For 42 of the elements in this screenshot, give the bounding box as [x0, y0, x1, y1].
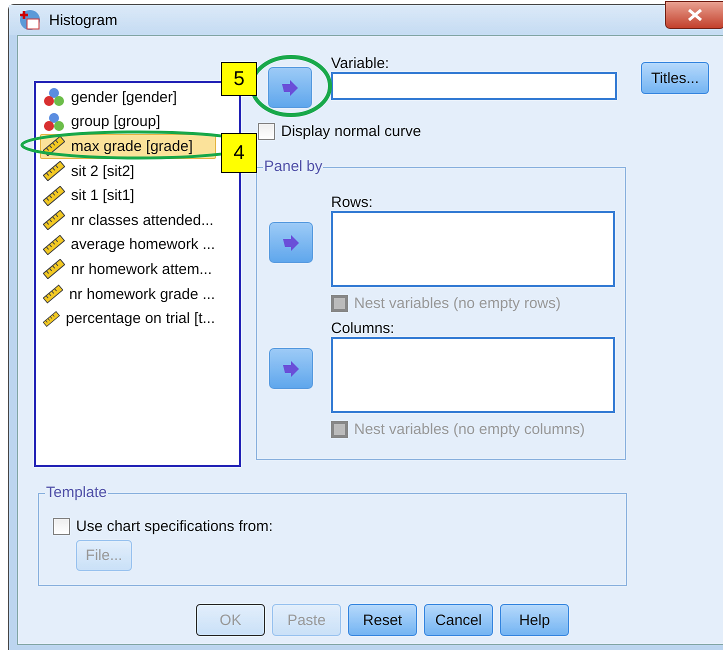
- step-callout: 5: [221, 62, 257, 96]
- checkbox-label: Display normal curve: [281, 123, 422, 140]
- group-title: Template: [45, 484, 108, 501]
- variable-field[interactable]: [331, 72, 617, 100]
- dialog-button[interactable]: Reset: [348, 604, 417, 636]
- checkbox-label: Use chart specifications from:: [76, 518, 273, 535]
- arrow-icon: [281, 234, 301, 252]
- window-title: Histogram: [49, 12, 118, 28]
- columns-field[interactable]: [331, 337, 615, 413]
- ruler-icon: [43, 136, 65, 156]
- move-variable-button[interactable]: [269, 348, 313, 389]
- close-icon: [687, 9, 703, 21]
- move-variable-button[interactable]: [269, 222, 313, 263]
- nominal-variable-icon: [43, 87, 65, 108]
- variable-item[interactable]: sit 1 [sit1]: [40, 183, 216, 208]
- titles-button[interactable]: Titles...: [641, 62, 709, 94]
- dialog-button[interactable]: Help: [500, 604, 569, 636]
- move-variable-button[interactable]: [268, 67, 312, 108]
- close-button[interactable]: [665, 1, 723, 29]
- checkbox[interactable]: [258, 123, 275, 140]
- rows-field[interactable]: [331, 211, 615, 287]
- variable-item[interactable]: nr homework attem...: [40, 257, 216, 282]
- checkbox-label: Nest variables (no empty rows): [354, 295, 561, 312]
- variable-item[interactable]: gender [gender]: [40, 85, 216, 110]
- checkbox-label: Nest variables (no empty columns): [354, 421, 585, 438]
- variable-item[interactable]: nr classes attended...: [40, 208, 216, 233]
- step-callout: 4: [221, 133, 257, 173]
- variable-item[interactable]: group [group]: [40, 110, 216, 134]
- dialog-button[interactable]: Cancel: [424, 604, 493, 636]
- variable-item[interactable]: sit 2 [sit2]: [40, 158, 216, 184]
- group-title: Panel by: [263, 158, 324, 175]
- field-label: Columns:: [331, 320, 396, 337]
- field-label: Rows:: [331, 194, 374, 211]
- checkbox[interactable]: [53, 518, 70, 535]
- variable-item[interactable]: average homework ...: [40, 232, 216, 258]
- field-label: Variable:: [331, 55, 390, 72]
- variable-item[interactable]: nr homework grade ...: [40, 282, 216, 306]
- arrow-icon: [280, 78, 300, 96]
- histogram-app-icon: [19, 9, 41, 31]
- arrow-icon: [281, 360, 301, 378]
- nominal-variable-icon: [43, 112, 65, 132]
- variable-item[interactable]: percentage on trial [t...: [40, 306, 216, 331]
